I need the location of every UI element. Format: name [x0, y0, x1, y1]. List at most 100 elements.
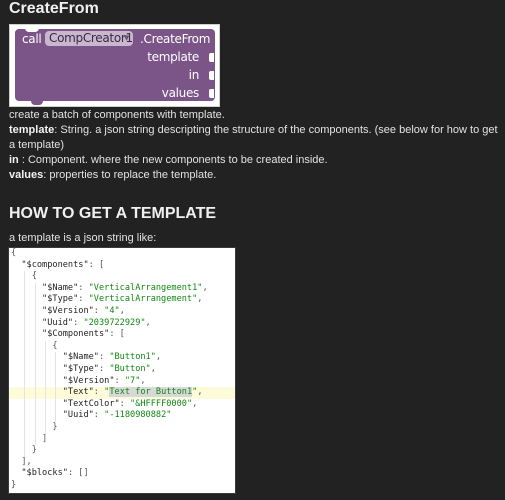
param-text: Component. where the new components to b… [24, 154, 328, 166]
input-socket-icon [209, 71, 214, 80]
json-key: "$Version" [62, 375, 115, 386]
code-line: "$Version": "7", [9, 375, 235, 388]
json-string: "-1180980882" [104, 410, 172, 421]
component-dropdown: CompCreator1 ▼ [45, 31, 133, 46]
json-punct: : [93, 410, 105, 421]
indent-guide [34, 282, 36, 295]
code-line: } [9, 421, 235, 434]
indent-guide [44, 363, 46, 376]
code-line: "TextColor": "&HFFFF0000", [9, 398, 235, 411]
json-punct: : [78, 294, 89, 305]
json-punct: , [140, 375, 146, 386]
json-punct: : [78, 282, 89, 293]
indent-guide [44, 375, 46, 388]
json-key: "$Type" [42, 294, 79, 305]
json-punct: : [114, 375, 125, 386]
indent-guide [24, 387, 26, 399]
json-punct: : [] [67, 468, 89, 479]
code-line: "$Components": [ [9, 329, 235, 341]
code-line: "Text": "Text for Button1", [9, 387, 235, 399]
indent-guide [24, 421, 26, 434]
indent-guide [24, 282, 26, 295]
indent-guide [24, 433, 26, 446]
indent-guide [34, 352, 36, 364]
indent-guide [34, 398, 36, 411]
json-key: "$Components" [42, 329, 110, 340]
indent-guide [34, 433, 36, 446]
json-string: Text for Button1 [109, 387, 193, 398]
json-punct: , [155, 352, 162, 363]
indent-guide [24, 398, 26, 411]
block-param-values: values [161, 86, 200, 100]
indent-guide [34, 421, 36, 434]
json-string: "VerticalArrangement" [88, 294, 198, 305]
code-line: { [9, 271, 235, 283]
json-string: "4" [104, 305, 120, 316]
code-line: "$Type": "Button", [9, 363, 235, 376]
param-doc-template: template: String. a json string descript… [9, 123, 501, 153]
component-dropdown-label: CompCreator1 [49, 31, 133, 45]
indent-guide [34, 375, 36, 388]
code-line: { [9, 248, 235, 260]
indent-guide [24, 352, 26, 364]
json-key: "TextColor" [62, 398, 120, 409]
param-doc-values: values: properties to replace the templa… [9, 168, 216, 183]
param-doc-in: in : Component. where the new components… [9, 153, 328, 168]
code-line: "$Version": "4", [9, 305, 235, 318]
indent-guide [24, 329, 26, 341]
json-punct: , [119, 305, 125, 316]
indent-guide [55, 363, 57, 376]
json-punct: : [98, 352, 110, 363]
block-method-label: .CreateFrom [140, 32, 211, 46]
json-punct: : [73, 317, 84, 328]
json-punct: : [ [88, 259, 105, 270]
code-line: } [9, 445, 235, 457]
indent-guide [55, 375, 57, 388]
block-description: create a batch of components with templa… [9, 109, 225, 121]
json-string: "&HFFFF0000" [130, 398, 193, 409]
json-key: "Text" [62, 387, 94, 398]
indent-guide [34, 294, 36, 306]
indent-guide [24, 445, 26, 457]
json-key: "$components" [21, 259, 89, 270]
code-line: "$Name": "Button1", [9, 352, 235, 364]
json-punct: : [ [109, 329, 125, 340]
block-param-template: template [147, 50, 199, 64]
json-key: "$Type" [62, 363, 99, 374]
code-line: ] [9, 433, 235, 446]
json-punct: } [31, 445, 37, 456]
input-socket-icon [209, 53, 214, 62]
indent-guide [34, 305, 36, 318]
json-punct: { [31, 271, 37, 282]
createfrom-block: call CompCreator1 ▼ .CreateFrom template… [15, 28, 215, 105]
code-line: "$Name": "VerticalArrangement1", [9, 282, 235, 295]
json-string: "Button1" [109, 352, 156, 363]
json-punct: , [192, 398, 198, 409]
input-socket-icon [209, 89, 214, 98]
code-line: "$Type": "VerticalArrangement", [9, 294, 235, 306]
json-string: "7" [124, 375, 141, 386]
block-image: call CompCreator1 ▼ .CreateFrom template… [9, 24, 220, 107]
json-punct: : [98, 363, 110, 374]
indent-guide [44, 410, 46, 422]
json-punct: , [197, 294, 203, 305]
indent-guide [24, 363, 26, 376]
code-line: "$components": [ [9, 260, 235, 272]
block-param-in: in [188, 68, 200, 82]
json-key: "$Name" [42, 282, 79, 293]
json-key: "$blocks" [21, 468, 68, 479]
indent-guide [34, 317, 36, 330]
indent-guide [44, 421, 46, 434]
param-name: values [9, 169, 44, 181]
json-punct: , [202, 282, 208, 293]
indent-guide [24, 340, 26, 353]
param-text: String. a json string descripting the st… [9, 124, 498, 151]
indent-guide [44, 387, 46, 399]
json-string: "Button" [109, 363, 151, 374]
json-string: "VerticalArrangement1" [88, 282, 203, 293]
indent-guide [34, 329, 36, 341]
template-intro: a template is a json string like: [9, 232, 157, 244]
json-string: "2039722929" [83, 317, 146, 328]
json-punct: } [52, 421, 58, 432]
code-line: ], [9, 457, 235, 469]
